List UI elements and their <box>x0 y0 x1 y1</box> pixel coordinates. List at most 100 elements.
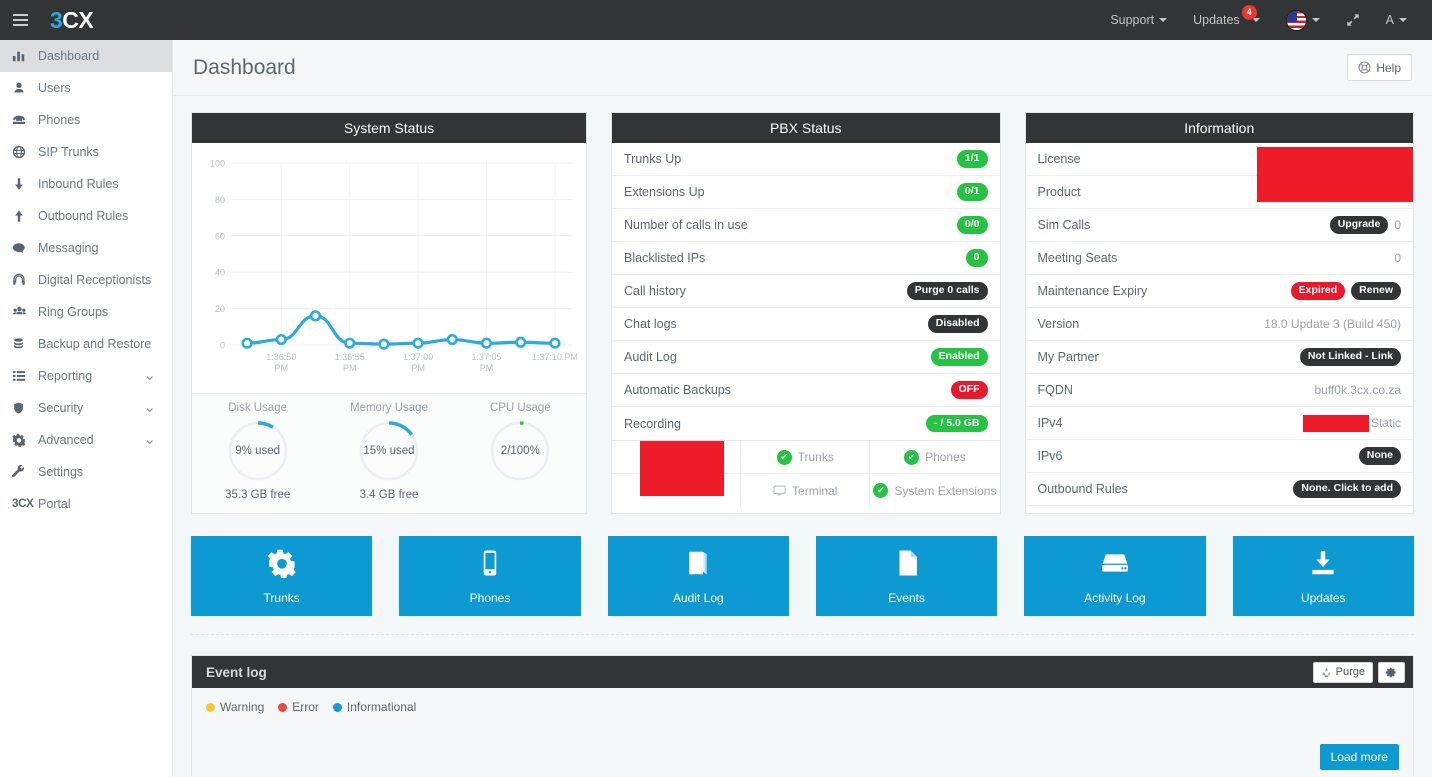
sidebar-item-settings[interactable]: Settings <box>0 456 172 488</box>
information-row: IPv6 None <box>1025 440 1413 473</box>
information-row: Maintenance Expiry Expired Renew <box>1025 275 1413 308</box>
tile-trunks[interactable]: Trunks <box>191 536 373 616</box>
status-badge[interactable]: - / 5.0 GB <box>925 414 988 433</box>
legend-dot-icon <box>332 702 342 712</box>
information-row-value: 18.0 Update 3 (Build 450) <box>1264 317 1401 331</box>
service-status-phones[interactable]: ✔ Phones <box>870 441 1000 474</box>
gauge-cpu-usage: CPU Usage 2/100% <box>455 402 586 501</box>
status-badge[interactable]: Purge 0 calls <box>906 282 988 300</box>
chat-bubble-icon <box>12 241 36 255</box>
information-row-label: Meeting Seats <box>1037 251 1118 265</box>
chevron-down-icon[interactable]: ⌄ <box>143 368 156 383</box>
system-status-chart: 0 20 40 60 80 100 1:36:50 PM 1:36:55 PM 1:37:00 PM 1… <box>192 143 586 393</box>
information-row-label: Product <box>1037 185 1081 199</box>
tile-phones[interactable]: Phones <box>399 536 581 616</box>
sidebar-item-label: Phones <box>38 113 81 127</box>
pbx-row: Trunks Up 1/1 <box>612 143 1000 176</box>
tile-updates[interactable]: Updates <box>1232 536 1414 616</box>
pbx-row-label: Automatic Backups <box>624 383 731 397</box>
sidebar-item-advanced[interactable]: Advanced ⌄ <box>0 424 172 456</box>
account-menu[interactable]: A <box>1373 0 1420 40</box>
status-badge[interactable]: 0 <box>965 249 988 267</box>
status-badge[interactable]: 0/0 <box>956 216 988 234</box>
sidebar-item-backup-and-restore[interactable]: Backup and Restore <box>0 328 172 360</box>
status-badge[interactable]: 0/1 <box>956 183 988 201</box>
chevron-down-icon[interactable]: ⌄ <box>143 432 156 447</box>
dashboard-body: System Status 0 20 40 60 80 100 1:36:50 PM 1:36:… <box>173 96 1432 777</box>
gauge-ring: 9% used <box>227 420 289 482</box>
status-badge[interactable]: None <box>1358 447 1401 465</box>
pbx-status-title: PBX Status <box>612 113 1000 143</box>
sidebar-item-reporting[interactable]: Reporting ⌄ <box>0 360 172 392</box>
updates-menu[interactable]: Updates 4 <box>1180 0 1273 40</box>
gauge-subtext: 3.4 GB free <box>359 489 419 501</box>
information-row-value-group: Static <box>1302 414 1401 432</box>
sidebar-item-outbound-rules[interactable]: Outbound Rules <box>0 200 172 232</box>
sidebar-item-phones[interactable]: Phones <box>0 104 172 136</box>
fullscreen-button[interactable] <box>1333 0 1373 40</box>
sidebar-item-dashboard[interactable]: Dashboard <box>0 40 172 72</box>
system-status-title: System Status <box>192 113 586 143</box>
tile-events[interactable]: Events <box>815 536 998 616</box>
gear-icon <box>267 548 297 583</box>
status-badge[interactable]: 1/1 <box>956 150 988 168</box>
purge-button[interactable]: Purge <box>1312 661 1373 683</box>
gauge-value: 2/100% <box>500 445 540 457</box>
information-row: Meeting Seats 0 <box>1025 242 1413 275</box>
pbx-row-value: 0/0 <box>956 216 988 234</box>
expand-icon <box>1346 14 1359 26</box>
renew-button[interactable]: Renew <box>1351 282 1401 300</box>
brand-logo-3: 3 <box>50 6 63 33</box>
help-label: Help <box>1376 60 1401 75</box>
legend-dot-icon <box>278 702 288 712</box>
sidebar-item-label: Inbound Rules <box>38 177 119 191</box>
wrench-icon <box>12 465 36 479</box>
sidebar-item-sip-trunks[interactable]: SIP Trunks <box>0 136 172 168</box>
status-badge[interactable]: Disabled <box>927 315 988 333</box>
sidebar-item-messaging[interactable]: Messaging <box>0 232 172 264</box>
tile-audit-log[interactable]: Audit Log <box>607 536 789 616</box>
gauge-title: Memory Usage <box>350 402 428 414</box>
sidebar-item-portal[interactable]: 3CX Portal <box>0 488 172 520</box>
bar-chart-icon <box>12 49 36 63</box>
service-status-terminal[interactable]: Terminal <box>741 474 871 507</box>
sidebar-item-users[interactable]: Users <box>0 72 172 104</box>
pbx-row: Number of calls in use 0/0 <box>612 209 1000 242</box>
chevron-down-icon[interactable]: ⌄ <box>143 400 156 415</box>
service-status-system-extensions[interactable]: ✔ System Extensions <box>870 474 999 507</box>
upgrade-button[interactable]: Upgrade <box>1329 216 1389 234</box>
pbx-status-panel: PBX Status Trunks Up 1/1 Extensions Up 0/1 N… <box>611 112 1001 514</box>
sidebar-item-label: Dashboard <box>38 49 100 63</box>
status-badge[interactable]: None. Click to add <box>1293 480 1401 498</box>
sidebar-item-label: Portal <box>38 497 71 511</box>
account-label: A <box>1385 13 1394 27</box>
svg-text:1:37:00: 1:37:00 <box>403 352 433 362</box>
load-more-button[interactable]: Load more <box>1319 744 1399 770</box>
information-row-value-group: 18.0 Update 3 (Build 450) <box>1264 317 1401 331</box>
sidebar-item-digital-receptionists[interactable]: Digital Receptionists <box>0 264 172 296</box>
help-button[interactable]: Help <box>1347 54 1412 81</box>
gear-icon <box>12 433 36 447</box>
menu-toggle-icon[interactable] <box>0 0 40 40</box>
status-badge[interactable]: Enabled <box>930 348 988 366</box>
service-status-trunks[interactable]: ✔ Trunks <box>741 441 871 474</box>
sidebar-item-label: Ring Groups <box>38 305 109 319</box>
information-row-value-group: Expired Renew <box>1290 282 1401 300</box>
sidebar-item-ring-groups[interactable]: Ring Groups <box>0 296 172 328</box>
tile-activity-log[interactable]: Activity Log <box>1024 536 1206 616</box>
sidebar-item-security[interactable]: Security ⌄ <box>0 392 172 424</box>
system-status-panel: System Status 0 20 40 60 80 100 1:36:50 PM 1:36:… <box>191 112 587 514</box>
sidebar-item-inbound-rules[interactable]: Inbound Rules <box>0 168 172 200</box>
top-bar-actions: Support Updates 4 A <box>1097 0 1432 40</box>
language-menu[interactable] <box>1273 0 1333 40</box>
support-menu[interactable]: Support <box>1097 0 1180 40</box>
information-row: Outbound Rules None. Click to add <box>1025 473 1413 506</box>
information-row-value: 0 <box>1394 251 1401 265</box>
event-log-settings-button[interactable] <box>1378 661 1405 683</box>
life-ring-icon <box>1358 61 1371 74</box>
status-badge[interactable]: Not Linked - Link <box>1299 348 1401 366</box>
information-row-label: FQDN <box>1037 383 1073 397</box>
legend-label: Informational <box>346 700 417 714</box>
brand-logo[interactable]: 3CX <box>50 6 94 34</box>
status-badge[interactable]: OFF <box>950 381 988 399</box>
